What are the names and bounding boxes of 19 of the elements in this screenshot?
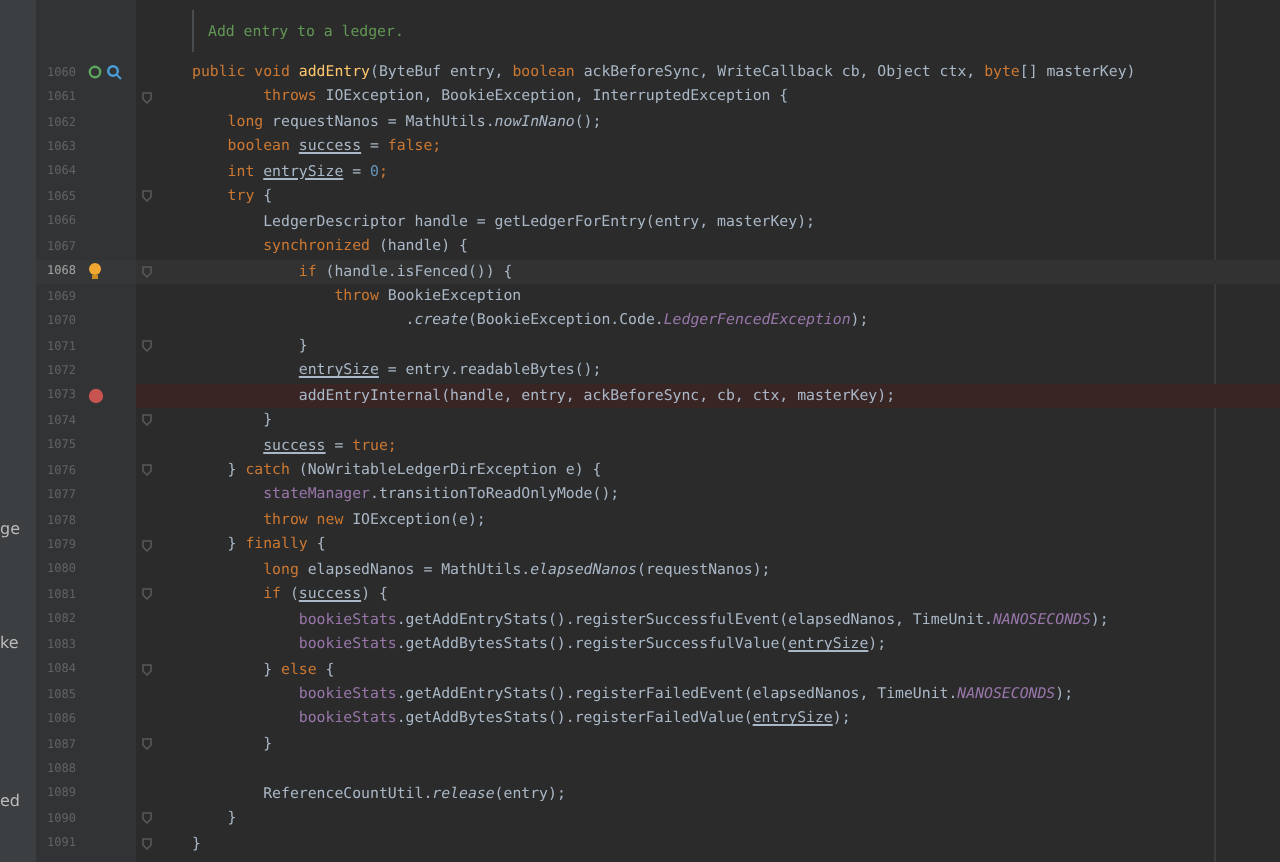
lightbulb-icon[interactable]: [88, 262, 102, 281]
panel-label[interactable]: ge: [0, 518, 20, 542]
breakpoint-icon[interactable]: [88, 387, 104, 404]
fold-marker-icon[interactable]: [141, 190, 151, 203]
fold-marker-icon[interactable]: [141, 265, 151, 278]
panel-label[interactable]: ke: [0, 632, 19, 656]
fold-marker-icon[interactable]: [141, 588, 151, 601]
fold-marker-icon[interactable]: [141, 91, 151, 104]
fold-marker-icon[interactable]: [141, 464, 151, 477]
fold-marker-icon[interactable]: [141, 414, 151, 427]
fold-marker-icon[interactable]: [141, 738, 151, 751]
fold-marker-icon[interactable]: [141, 812, 151, 825]
circle-icon[interactable]: [88, 64, 102, 81]
fold-marker-icon[interactable]: [141, 837, 151, 850]
panel-label[interactable]: ed: [0, 790, 20, 814]
fold-marker-icon[interactable]: [141, 340, 151, 353]
fold-marker-icon[interactable]: [141, 539, 151, 552]
fold-marker-icon[interactable]: [141, 663, 151, 676]
search-icon[interactable]: [106, 64, 122, 81]
